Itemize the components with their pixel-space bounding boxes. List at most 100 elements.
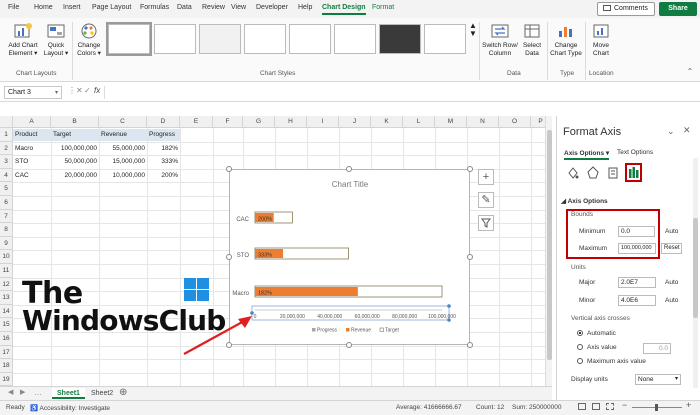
column-header[interactable]: I (307, 116, 339, 128)
resize-handle[interactable] (346, 166, 352, 172)
name-box[interactable]: Chart 3 ▾ (4, 86, 62, 99)
column-header[interactable]: M (435, 116, 467, 128)
table-cell[interactable]: 200% (147, 170, 180, 182)
row-header[interactable]: 8 (0, 223, 13, 237)
resize-handle[interactable] (226, 166, 232, 172)
row-header[interactable]: 15 (0, 318, 13, 332)
axis-value-radio[interactable]: Axis value (577, 344, 617, 351)
chart-style-thumbnail[interactable] (154, 24, 196, 54)
column-header[interactable]: H (275, 116, 307, 128)
comments-button[interactable]: Comments (597, 2, 655, 16)
column-header[interactable]: B (51, 116, 99, 128)
minor-input[interactable]: 4.0E6 (618, 295, 656, 306)
chart-style-thumbnail[interactable] (199, 24, 241, 54)
pane-options-chevron-icon[interactable]: ⌄ (667, 126, 675, 137)
column-header[interactable]: N (467, 116, 499, 128)
sheet-tab-sheet1[interactable]: Sheet1 (52, 388, 85, 399)
tab-insert[interactable]: Insert (63, 4, 81, 11)
chart-filters-button[interactable] (478, 215, 494, 231)
tab-chart-design[interactable]: Chart Design (322, 4, 366, 15)
section-axis-options[interactable]: ◢ Axis Options (561, 197, 608, 205)
zoom-out-icon[interactable]: − (622, 400, 627, 410)
tab-developer[interactable]: Developer (256, 4, 288, 11)
row-header[interactable]: 19 (0, 372, 13, 387)
tab-review[interactable]: Review (202, 4, 225, 11)
table-cell[interactable]: 100,000,000 (51, 143, 99, 155)
column-header[interactable]: E (180, 116, 213, 128)
chart-styles-scroll[interactable]: ▲ ▼ (469, 22, 477, 38)
display-units-select[interactable]: None ▾ (635, 374, 681, 385)
table-cell[interactable]: 55,000,000 (99, 143, 147, 155)
sheet-tab-sheet2[interactable]: Sheet2 (86, 388, 118, 399)
maximum-input[interactable]: 100,000,000 (618, 243, 656, 254)
row-header[interactable]: 1 (0, 128, 13, 142)
automatic-radio[interactable]: Automatic (577, 330, 616, 337)
row-header[interactable]: 18 (0, 359, 13, 373)
collapse-ribbon-icon[interactable]: ⌃ (684, 68, 696, 76)
row-header[interactable]: 7 (0, 209, 13, 224)
table-cell[interactable]: STO (13, 156, 51, 168)
quick-layout-button[interactable]: Quick Layout ▾ (42, 22, 70, 58)
chart-style-thumbnail[interactable] (106, 22, 152, 56)
resize-handle[interactable] (346, 342, 352, 348)
tab-axis-options[interactable]: Axis Options ▾ (564, 149, 610, 160)
normal-view-icon[interactable] (578, 403, 586, 410)
pane-close-icon[interactable]: ✕ (683, 125, 691, 136)
tab-text-options[interactable]: Text Options (617, 149, 653, 156)
enter-icon[interactable]: ✓ (84, 86, 91, 95)
change-colors-button[interactable]: Change Colors ▾ (76, 22, 102, 58)
size-properties-icon[interactable] (606, 166, 620, 180)
row-header[interactable]: 16 (0, 332, 13, 346)
effects-icon[interactable] (586, 166, 600, 180)
table-cell[interactable]: 10,000,000 (99, 170, 147, 182)
column-header[interactable]: G (243, 116, 275, 128)
row-header[interactable]: 3 (0, 155, 13, 169)
sheet-more-icon[interactable]: … (34, 388, 42, 397)
add-sheet-icon[interactable]: ⊕ (119, 387, 127, 398)
table-cell[interactable]: 182% (147, 143, 180, 155)
chart-title[interactable]: Chart Title (332, 180, 369, 189)
insert-function-icon[interactable]: fx (94, 86, 100, 95)
sheet-nav-prev-icon[interactable]: ◀ (8, 388, 13, 396)
column-header[interactable]: L (403, 116, 435, 128)
axis-value-input[interactable]: 0.0 (643, 343, 671, 354)
tab-help[interactable]: Help (298, 4, 312, 11)
row-header[interactable]: 17 (0, 345, 13, 360)
sheet-nav-next-icon[interactable]: ▶ (20, 388, 25, 396)
pane-scroll-thumb[interactable] (693, 218, 698, 318)
table-cell[interactable]: CAC (13, 170, 51, 182)
add-chart-element-button[interactable]: Add Chart Element ▾ (6, 22, 40, 58)
table-cell[interactable]: 20,000,000 (51, 170, 99, 182)
maximum-reset-button[interactable]: Reset (661, 243, 682, 254)
minimum-input[interactable]: 0.0 (618, 226, 655, 237)
maximum-axis-value-radio[interactable]: Maximum axis value (577, 358, 646, 365)
chart-style-thumbnail[interactable] (289, 24, 331, 54)
tab-home[interactable]: Home (34, 4, 53, 11)
zoom-in-icon[interactable]: + (686, 400, 691, 410)
move-chart-button[interactable]: Move Chart (588, 22, 614, 58)
table-header-cell[interactable]: Revenue (99, 129, 147, 141)
page-break-view-icon[interactable] (606, 403, 614, 410)
chart-style-thumbnail[interactable] (379, 24, 421, 54)
zoom-slider-handle[interactable] (655, 404, 658, 411)
table-cell[interactable]: 50,000,000 (51, 156, 99, 168)
row-header[interactable]: 4 (0, 168, 13, 183)
row-header[interactable]: 13 (0, 291, 13, 305)
table-header-cell[interactable]: Product (13, 129, 51, 141)
column-header[interactable]: J (339, 116, 371, 128)
chart-style-thumbnail[interactable] (334, 24, 376, 54)
row-header[interactable]: 12 (0, 277, 13, 292)
tab-format[interactable]: Format (372, 4, 394, 11)
tab-page-layout[interactable]: Page Layout (92, 4, 131, 11)
row-header[interactable]: 5 (0, 182, 13, 196)
share-button[interactable]: Share (659, 2, 697, 16)
chart-style-thumbnail[interactable] (244, 24, 286, 54)
accessibility-status[interactable]: ♿ Accessibility: Investigate (30, 404, 110, 412)
fill-line-icon[interactable] (566, 166, 580, 180)
resize-handle[interactable] (226, 254, 232, 260)
column-header[interactable]: A (13, 116, 51, 128)
page-layout-view-icon[interactable] (592, 403, 600, 410)
resize-handle[interactable] (467, 254, 473, 260)
formula-input[interactable] (104, 86, 696, 99)
tab-formulas[interactable]: Formulas (140, 4, 169, 11)
